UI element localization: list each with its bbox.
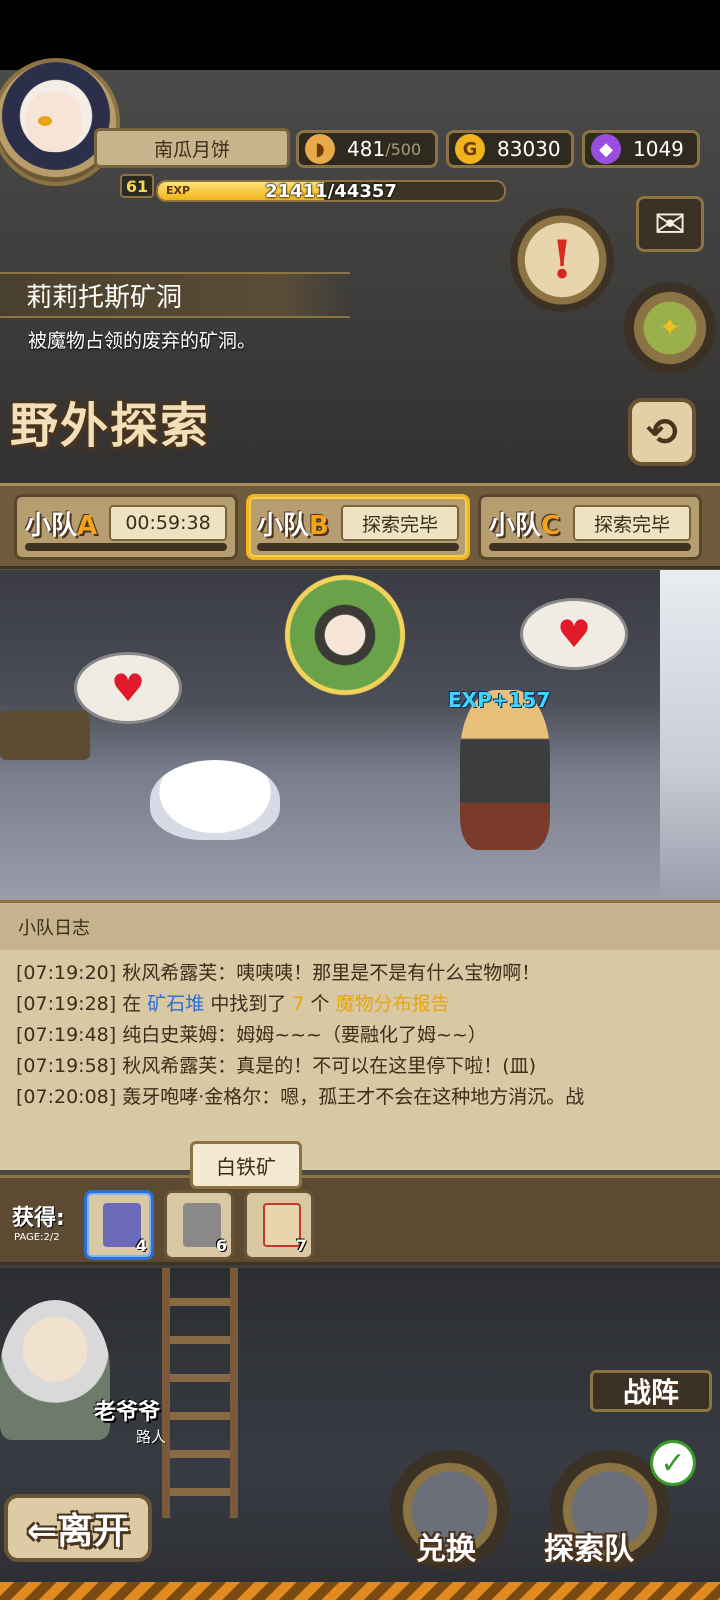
- heart-icon: ♥: [110, 666, 146, 710]
- tab-team-a-letter: A: [77, 511, 98, 541]
- location-description: 被魔物占领的废弃的矿洞。: [28, 330, 257, 352]
- log-timestamp: [07:20:08]: [16, 1086, 117, 1108]
- log-line: [07:19:28] 在 矿石堆 中找到了 7 个 魔物分布报告: [16, 989, 704, 1020]
- formation-button[interactable]: 战阵: [590, 1370, 712, 1412]
- log-text: 个: [304, 993, 336, 1015]
- exclamation-icon: !: [550, 229, 574, 291]
- log-item: 魔物分布报告: [335, 993, 450, 1015]
- player-name: 南瓜月饼: [94, 128, 290, 168]
- scene-edge: [660, 570, 720, 900]
- exp-popup: EXP+157: [448, 688, 551, 712]
- tab-team-c-progress: [489, 543, 691, 551]
- tab-team-a-label: 小队A: [25, 505, 97, 542]
- log-line: [07:19:58] 秋风希露芙：真是的！不可以在这里停下啦！(皿): [16, 1051, 704, 1082]
- log-text: 秋风希露芙：真是的！不可以在这里停下啦！(皿): [116, 1055, 537, 1077]
- loot-label: 获得:: [12, 1206, 65, 1231]
- exp-text: 21411/44357: [265, 180, 397, 202]
- tab-team-b-letter: B: [309, 511, 329, 541]
- leave-button[interactable]: ⇐离开: [4, 1494, 152, 1562]
- loot-bar: 获得: PAGE:2/2 4 6 7: [0, 1175, 720, 1265]
- log-line: [07:19:48] 纯白史莱姆：姆姆~~~（要融化了姆~~）: [16, 1020, 704, 1051]
- backpack-button[interactable]: ✦: [624, 282, 716, 374]
- stamina-max: /500: [385, 139, 422, 159]
- back-button[interactable]: ⟲: [628, 398, 696, 466]
- tab-team-a-status: 00:59:38: [109, 505, 227, 541]
- avatar-eye: [38, 116, 52, 126]
- loot-slot-blue-ore[interactable]: 4: [84, 1190, 154, 1260]
- exchange-label: 兑换: [416, 1532, 476, 1567]
- tab-team-b-status: 探索完毕: [341, 505, 459, 541]
- tab-team-a[interactable]: 小队A 00:59:38: [14, 494, 238, 560]
- mail-button[interactable]: ✉: [636, 196, 704, 252]
- stamina-value: 481: [347, 137, 386, 161]
- npc-name: 老爷爷: [94, 1400, 161, 1425]
- log-line: [07:19:20] 秋风希露芙：咦咦咦！那里是不是有什么宝物啊！: [16, 958, 704, 989]
- loot-slot-white-iron-ore[interactable]: 6: [164, 1190, 234, 1260]
- heart-bubble-slime: ♥: [74, 652, 182, 724]
- stamina-counter[interactable]: ◗ 481/500: [296, 130, 438, 168]
- page-title: 野外探索: [10, 398, 211, 454]
- white-slime-character: [150, 760, 280, 840]
- back-arrow-icon: ⟲: [646, 410, 678, 454]
- gold-counter[interactable]: G 83030: [446, 130, 574, 168]
- log-text: 轰牙咆哮·金格尔：嗯，孤王才不会在这种地方消沉。战: [116, 1086, 585, 1108]
- loot-slot-report-scroll[interactable]: 7: [244, 1190, 314, 1260]
- tab-team-b[interactable]: 小队B 探索完毕: [246, 494, 470, 560]
- log-timestamp: [07:19:28]: [16, 993, 117, 1015]
- log-title: 小队日志: [0, 900, 720, 950]
- bottom-trim: [0, 1582, 720, 1600]
- gold-coin-icon: G: [455, 134, 485, 164]
- mail-icon: ✉: [654, 202, 686, 246]
- flower-girl-character: [270, 570, 420, 700]
- status-bar: [0, 0, 720, 70]
- ladder: [162, 1268, 238, 1518]
- quest-scroll-button[interactable]: !: [510, 208, 614, 312]
- tab-team-b-prefix: 小队: [257, 511, 310, 541]
- log-line: [07:20:08] 轰牙咆哮·金格尔：嗯，孤王才不会在这种地方消沉。战: [16, 1082, 704, 1113]
- exploration-scene: ♥ ♥ EXP+157: [0, 570, 660, 900]
- tab-team-c[interactable]: 小队C 探索完毕: [478, 494, 702, 560]
- log-timestamp: [07:19:48]: [16, 1024, 117, 1046]
- exp-bar: EXP 21411/44357: [156, 180, 506, 202]
- loot-page: PAGE:2/2: [14, 1232, 60, 1243]
- location-name: 莉莉托斯矿洞: [0, 272, 350, 318]
- player-level-badge: 61: [120, 174, 154, 198]
- tab-team-b-progress: [257, 543, 459, 551]
- heart-bubble-catgirl: ♥: [520, 598, 628, 670]
- tab-team-c-label: 小队C: [489, 505, 560, 542]
- log-text: 秋风希露芙：咦咦咦！那里是不是有什么宝物啊！: [116, 962, 541, 984]
- team-log[interactable]: [07:19:20] 秋风希露芙：咦咦咦！那里是不是有什么宝物啊！ [07:19…: [0, 950, 720, 1170]
- backpack-icon: ✦: [659, 313, 681, 343]
- log-timestamp: [07:19:58]: [16, 1055, 117, 1077]
- npc-role: 路人: [136, 1428, 167, 1446]
- bread-icon: ◗: [305, 134, 335, 164]
- tab-team-b-label: 小队B: [257, 505, 329, 542]
- check-icon: ✓: [650, 1440, 696, 1486]
- mine-cart: [0, 710, 90, 760]
- heart-icon: ♥: [556, 612, 592, 656]
- tiger-girl-character: [460, 690, 550, 850]
- item-tooltip: 白铁矿: [190, 1141, 302, 1189]
- log-text: 中找到了: [204, 993, 293, 1015]
- tab-team-a-prefix: 小队: [25, 511, 78, 541]
- explore-team-label: 探索队: [544, 1532, 634, 1567]
- loot-count: 7: [295, 1236, 307, 1255]
- tab-team-c-status: 探索完毕: [573, 505, 691, 541]
- log-timestamp: [07:19:20]: [16, 962, 117, 984]
- loot-count: 6: [215, 1236, 227, 1255]
- tab-team-c-letter: C: [541, 511, 561, 541]
- log-text: 纯白史莱姆：姆姆~~~（要融化了姆~~）: [116, 1024, 487, 1046]
- log-place: 矿石堆: [147, 993, 205, 1015]
- gem-counter[interactable]: ◆ 1049: [582, 130, 700, 168]
- tab-team-c-prefix: 小队: [489, 511, 542, 541]
- log-text: 在: [116, 993, 148, 1015]
- gem-value: 1049: [633, 137, 684, 161]
- log-count: 7: [292, 993, 305, 1015]
- tab-team-a-progress: [25, 543, 227, 551]
- avatar-face: [26, 92, 82, 152]
- purple-gem-icon: ◆: [591, 134, 621, 164]
- team-tab-strip: 小队A 00:59:38 小队B 探索完毕 小队C 探索完毕: [0, 483, 720, 569]
- gold-value: 83030: [497, 137, 561, 161]
- loot-count: 4: [135, 1236, 147, 1255]
